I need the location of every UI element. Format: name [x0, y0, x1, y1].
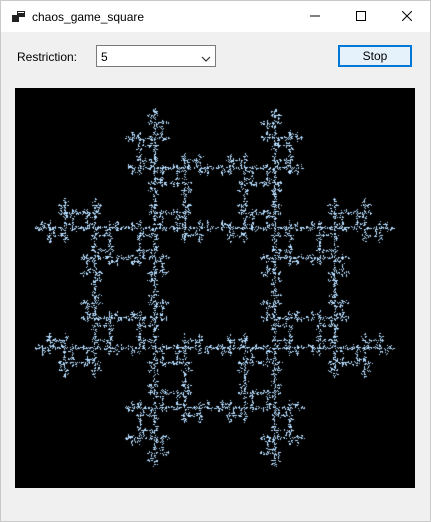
minimize-icon: [310, 10, 320, 24]
chaos-game-plot: [15, 88, 415, 488]
close-icon: [401, 10, 413, 24]
client-area: Restriction: 5 Stop: [1, 32, 430, 521]
minimize-button[interactable]: [292, 1, 338, 32]
close-button[interactable]: [384, 1, 430, 32]
window-title: chaos_game_square: [32, 10, 145, 24]
stop-button[interactable]: Stop: [338, 45, 412, 67]
app-window-icon: [12, 10, 26, 24]
stop-button-label: Stop: [362, 49, 388, 63]
title-bar[interactable]: chaos_game_square: [1, 1, 430, 32]
maximize-icon: [356, 10, 366, 24]
app-window: chaos_game_square Restriction: 5 Stop: [0, 0, 431, 522]
restriction-combobox[interactable]: 5: [96, 45, 216, 67]
maximize-button[interactable]: [338, 1, 384, 32]
restriction-value: 5: [101, 50, 108, 64]
restriction-label: Restriction:: [17, 50, 78, 64]
fractal-canvas: [15, 88, 415, 488]
chevron-down-icon: [201, 52, 211, 62]
